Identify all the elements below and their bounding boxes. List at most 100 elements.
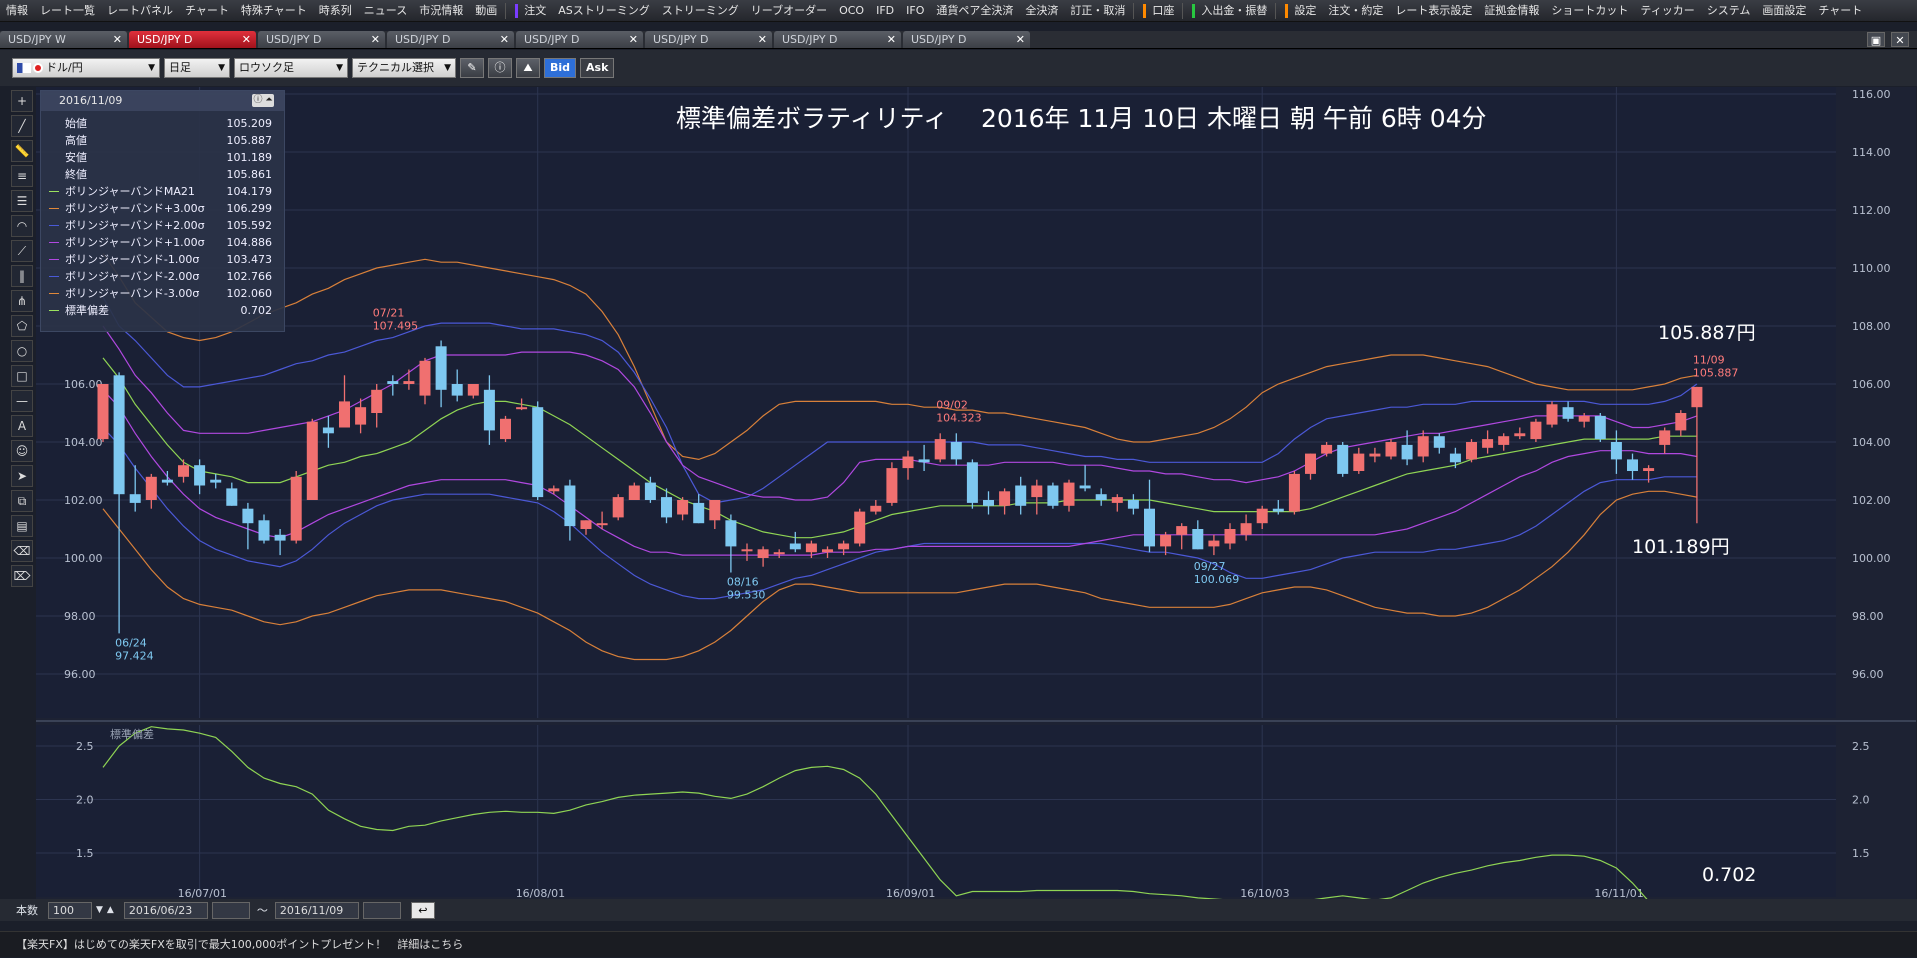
sub-y-tick-label-left: 1.5 (76, 847, 94, 860)
fan-icon[interactable]: ⟋ (11, 240, 33, 262)
menu-item[interactable]: IFO (900, 0, 930, 21)
menu-item[interactable]: 時系列 (313, 0, 358, 21)
chart-tab[interactable]: USD/JPY D ✕ (645, 31, 772, 48)
info-icon[interactable]: ⓘ (488, 58, 512, 78)
pentagon-icon[interactable]: ⬠ (11, 315, 33, 337)
menu-item[interactable]: 通貨ペア全決済 (930, 0, 1019, 21)
menu-item[interactable]: チャート (179, 0, 235, 21)
tab-close-icon[interactable]: ✕ (113, 31, 122, 48)
x-tick-label: 16/07/01 (178, 887, 227, 899)
chart-tab[interactable]: USD/JPY D ✕ (516, 31, 643, 48)
menu-item[interactable]: 画面設定 (1756, 0, 1812, 21)
technical-select[interactable]: テクニカル選択 ▼ (352, 58, 456, 78)
count-input[interactable]: 100 (48, 901, 92, 919)
chart-tab[interactable]: USD/JPY D ✕ (903, 31, 1030, 48)
ticker-status[interactable]: 【楽天FX】はじめての楽天FXを取引で最大100,000ポイントプレゼント！ 詳… (0, 931, 1917, 957)
hline-icon[interactable]: — (11, 390, 33, 412)
menu-item[interactable]: ニュース (358, 0, 413, 21)
chart-tab[interactable]: USD/JPY D ✕ (129, 31, 256, 48)
circle-icon[interactable]: ○ (11, 340, 33, 362)
bid-button[interactable]: Bid (544, 58, 577, 78)
menu-item[interactable]: ティッカー (1634, 0, 1700, 21)
count-label: 本数 (16, 904, 38, 917)
menu-item[interactable]: 証拠金情報 (1478, 0, 1545, 21)
menu-item[interactable]: ショートカット (1545, 0, 1634, 21)
menu-item[interactable]: レート表示設定 (1389, 0, 1478, 21)
eraser-icon[interactable]: ⌫ (11, 540, 33, 562)
menu-item[interactable]: IFD (870, 0, 900, 21)
menu-item[interactable]: 動画 (469, 0, 503, 21)
tab-close-icon[interactable]: ✕ (758, 31, 767, 48)
close-window-icon[interactable]: ✕ (1891, 32, 1909, 47)
from-date-input[interactable]: 2016/06/23 (123, 901, 208, 919)
currency-pair-select[interactable]: ドル/円 ▼ (12, 58, 160, 78)
count-dropdown-icon[interactable]: ▼ (96, 905, 103, 915)
smiley-icon[interactable]: ☺ (11, 440, 33, 462)
menu-item[interactable]: 情報 (0, 0, 34, 21)
menu-item[interactable]: OCO (833, 0, 870, 21)
info-toggle-icon[interactable]: ⓘ ⏶ (252, 94, 274, 107)
crosshair-icon[interactable]: + (11, 90, 33, 112)
menu-item[interactable]: 注文・約定 (1322, 0, 1389, 21)
menu-item[interactable]: 訂正・取消 (1064, 0, 1131, 21)
menu-item[interactable]: ストリーミング (656, 0, 745, 21)
area-chart-icon[interactable]: ⛰ (516, 58, 540, 78)
tab-close-icon[interactable]: ✕ (629, 31, 638, 48)
pitchfork-icon[interactable]: ⋔ (11, 290, 33, 312)
candle-body (516, 407, 528, 410)
tab-close-icon[interactable]: ✕ (242, 31, 251, 48)
mark-date: 07/21 (373, 307, 405, 320)
info-panel-header: 2016/11/09 ⓘ ⏶ (41, 91, 284, 111)
menu-item[interactable]: 設定 (1288, 0, 1322, 21)
candle-body (999, 491, 1011, 506)
chart-tab[interactable]: USD/JPY D ✕ (258, 31, 385, 48)
menu-item[interactable]: リーブオーダー (745, 0, 833, 21)
rectangle-icon[interactable]: □ (11, 365, 33, 387)
menu-item[interactable]: ASストリーミング (552, 0, 656, 21)
trendline-icon[interactable]: ╱ (11, 115, 33, 137)
tab-close-icon[interactable]: ✕ (1016, 31, 1025, 48)
chart-tab[interactable]: USD/JPY W ✕ (0, 31, 127, 48)
menu-item[interactable]: 特殊チャート (235, 0, 313, 21)
menu-item[interactable]: レートパネル (101, 0, 179, 21)
horizontal-lines-icon[interactable]: ≡ (11, 165, 33, 187)
menu-item[interactable]: 口座 (1146, 0, 1180, 21)
candle-body (1562, 407, 1574, 419)
menu-item[interactable]: レート一覧 (34, 0, 101, 21)
paste-icon[interactable]: ▤ (11, 515, 33, 537)
tab-close-icon[interactable]: ✕ (371, 31, 380, 48)
menu-item[interactable]: 市況情報 (413, 0, 469, 21)
chart-type-select[interactable]: ロウソク足 ▼ (234, 58, 348, 78)
eraser-all-icon[interactable]: ⌦ (11, 565, 33, 587)
to-date-input[interactable]: 2016/11/09 (274, 901, 359, 919)
chart-area[interactable]: 116.00 114.00 112.00 110.00 108.00 106.00 106.… (36, 87, 1916, 899)
menu-item[interactable]: 全決済 (1019, 0, 1064, 21)
menu-item[interactable]: チャート (1812, 0, 1868, 21)
refresh-icon[interactable]: ↩ (410, 901, 435, 919)
chart-tab[interactable]: USD/JPY D ✕ (774, 31, 901, 48)
chart-tab[interactable]: USD/JPY D ✕ (387, 31, 514, 48)
info-value: 102.060 (226, 287, 273, 300)
ruler-icon[interactable]: 📏 (11, 140, 33, 162)
to-time-input[interactable] (362, 901, 401, 919)
tab-close-icon[interactable]: ✕ (500, 31, 509, 48)
menu-item[interactable]: 入出金・振替 (1195, 0, 1273, 21)
period-select[interactable]: 日足 ▼ (164, 58, 230, 78)
mark-value: 99.530 (727, 589, 766, 602)
channel-icon[interactable]: ☰ (11, 190, 33, 212)
vertical-lines-icon[interactable]: ‖ (11, 265, 33, 287)
menu-item[interactable]: 注文 (518, 0, 552, 21)
text-icon[interactable]: A (11, 415, 33, 437)
candle-body (918, 459, 930, 463)
maximize-icon[interactable]: ▣ (1867, 32, 1885, 47)
from-time-input[interactable] (211, 901, 250, 919)
arc-icon[interactable]: ◠ (11, 215, 33, 237)
cursor-icon[interactable]: ➤ (11, 465, 33, 487)
ask-button[interactable]: Ask (580, 58, 615, 78)
count-up-icon[interactable]: ▲ (107, 905, 114, 915)
tab-close-icon[interactable]: ✕ (887, 31, 896, 48)
pen-icon[interactable]: ✎ (460, 58, 484, 78)
candle-body (1305, 453, 1316, 474)
menu-item[interactable]: システム (1701, 0, 1757, 21)
copy-icon[interactable]: ⧉ (11, 490, 33, 512)
